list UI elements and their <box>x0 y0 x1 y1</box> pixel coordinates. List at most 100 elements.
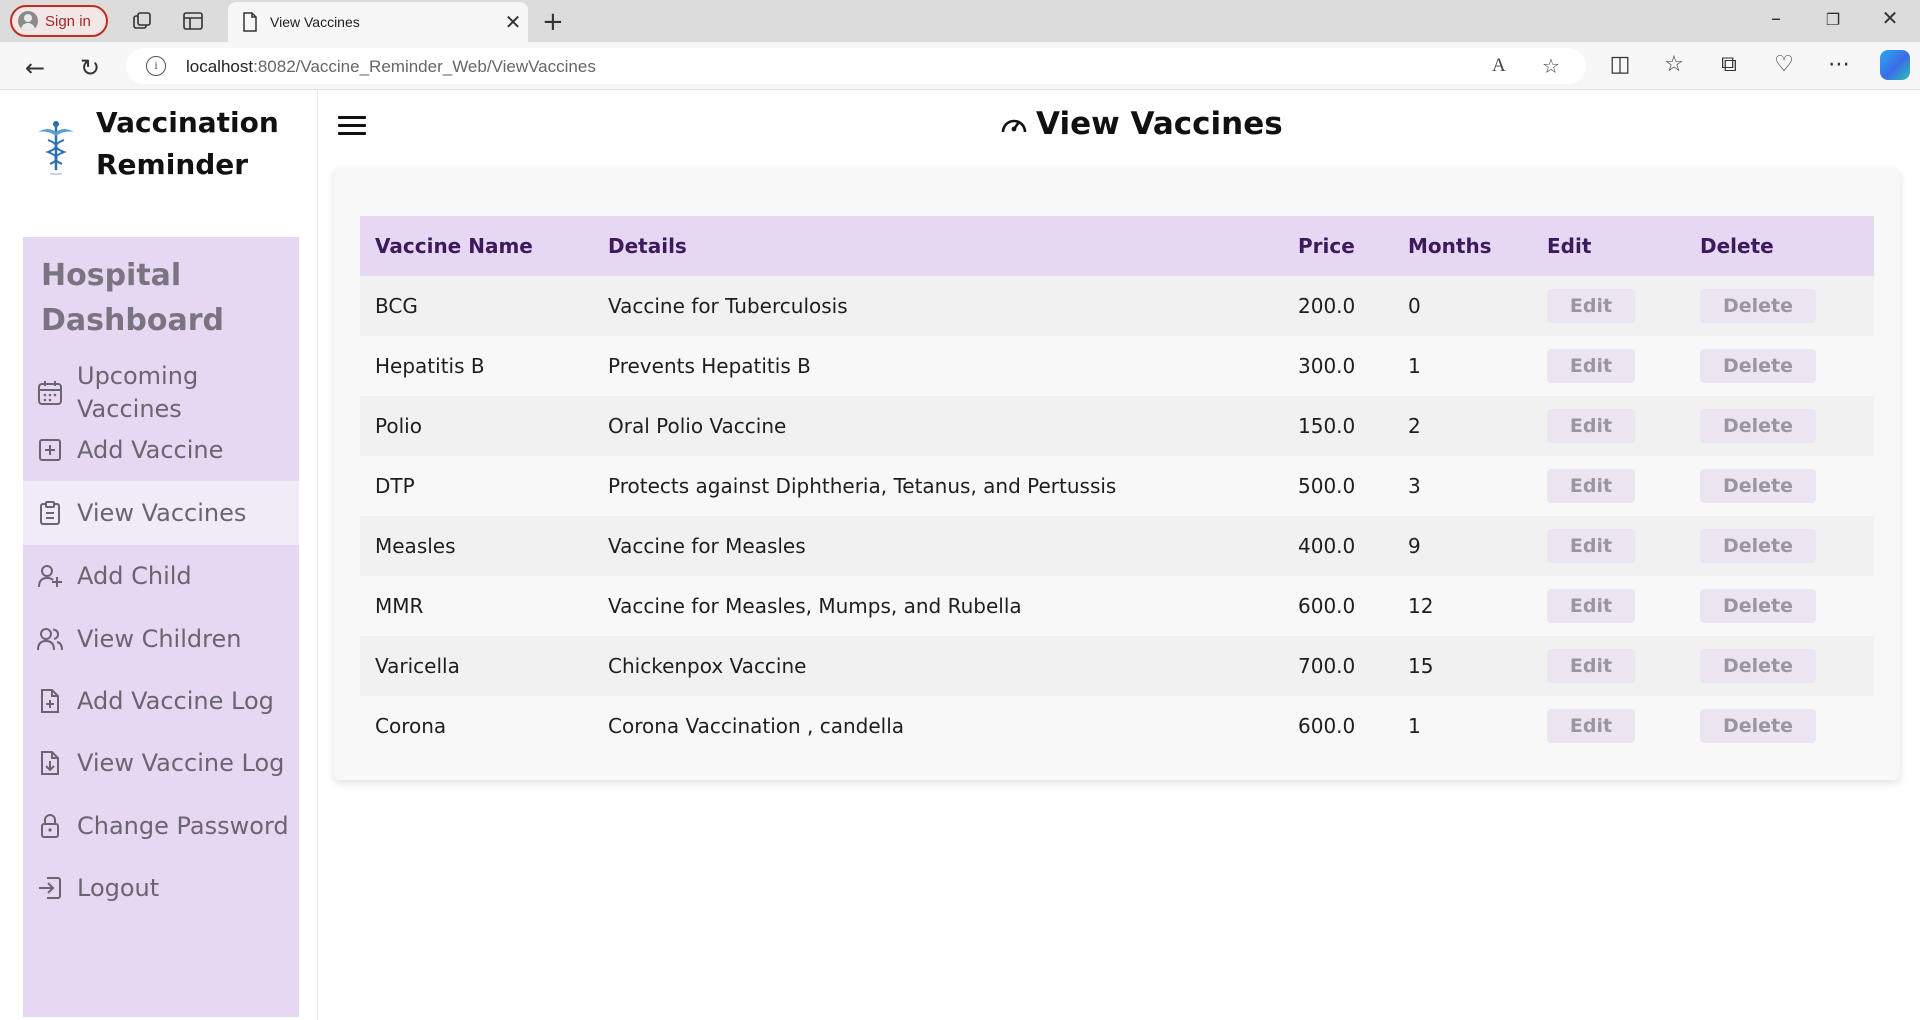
edit-button[interactable]: Edit <box>1547 409 1635 443</box>
gauge-icon <box>1001 119 1027 133</box>
cell-edit: Edit <box>1532 396 1685 456</box>
cell-delete: Delete <box>1685 576 1874 636</box>
sidebar-item-add-child[interactable]: Add Child <box>23 557 299 595</box>
sidebar-item-add-vaccine[interactable]: Add Vaccine <box>23 431 299 469</box>
cell-vaccine-name: MMR <box>375 594 424 618</box>
edit-button[interactable]: Edit <box>1547 709 1635 743</box>
sidebar-item-label: Add Vaccine Log <box>77 686 274 715</box>
delete-button[interactable]: Delete <box>1700 469 1816 503</box>
cell-price: 150.0 <box>1298 414 1356 438</box>
edit-button[interactable]: Edit <box>1547 349 1635 383</box>
hamburger-menu-icon[interactable] <box>338 116 366 136</box>
cell-details: Oral Polio Vaccine <box>608 414 787 438</box>
sidebar-title: Hospital Dashboard <box>41 258 224 338</box>
cell-delete: Delete <box>1685 456 1874 516</box>
url-field[interactable]: i localhost:8082/Vaccine_Reminder_Web/Vi… <box>126 48 1586 84</box>
read-aloud-icon[interactable]: A <box>1492 55 1506 77</box>
table-row: Varicella Chickenpox Vaccine 700.0 15 Ed… <box>360 636 1874 696</box>
table-row: Hepatitis B Prevents Hepatitis B 300.0 1… <box>360 336 1874 396</box>
copilot-icon[interactable] <box>1880 50 1910 80</box>
cell-price: 700.0 <box>1298 654 1356 678</box>
cell-delete: Delete <box>1685 516 1874 576</box>
brand-name: Vaccination Reminder <box>96 106 279 181</box>
sidebar-item-view-children[interactable]: View Children <box>23 620 299 658</box>
favorites-icon[interactable]: ☆ <box>1657 52 1691 77</box>
cell-delete: Delete <box>1685 636 1874 696</box>
lock-icon <box>41 814 59 838</box>
window-close-icon[interactable]: ✕ <box>1870 6 1910 30</box>
browser-tab[interactable]: View Vaccines ✕ <box>228 2 528 42</box>
sidebar-item-label: Change Password <box>77 811 289 840</box>
delete-button[interactable]: Delete <box>1700 289 1816 323</box>
cell-details: Vaccine for Tuberculosis <box>608 294 848 318</box>
sidebar-item-view-vaccine-log[interactable]: View Vaccine Log <box>23 744 299 782</box>
cell-months: 0 <box>1408 294 1421 318</box>
address-bar: ← ↻ i localhost:8082/Vaccine_Reminder_We… <box>0 42 1920 90</box>
column-header-months: Months <box>1408 234 1492 258</box>
sidebar-item-label: Add Child <box>77 561 192 590</box>
column-header-vaccine-name: Vaccine Name <box>375 234 533 258</box>
sidebar-item-change-password[interactable]: Change Password <box>23 807 299 845</box>
table-row: DTP Protects against Diphtheria, Tetanus… <box>360 456 1874 516</box>
sidebar-item-logout[interactable]: Logout <box>23 869 299 907</box>
collections-icon[interactable]: ⧉ <box>1712 52 1746 77</box>
cell-months: 12 <box>1408 594 1434 618</box>
vaccines-card: Vaccine Name Details Price Months Edit D… <box>334 168 1900 780</box>
delete-button[interactable]: Delete <box>1700 649 1816 683</box>
restore-icon[interactable]: ❐ <box>1813 10 1853 29</box>
page-icon <box>243 12 257 32</box>
cell-delete: Delete <box>1685 396 1874 456</box>
back-icon[interactable]: ← <box>20 54 50 82</box>
sidebar: Vaccination Reminder Hospital Dashboard … <box>6 90 318 1020</box>
delete-button[interactable]: Delete <box>1700 589 1816 623</box>
sidebar-item-view-vaccines[interactable]: View Vaccines <box>23 481 299 545</box>
column-header-delete: Delete <box>1700 234 1774 258</box>
user-plus-icon <box>38 565 62 588</box>
edit-button[interactable]: Edit <box>1547 529 1635 563</box>
new-tab-icon[interactable]: + <box>542 7 564 37</box>
cell-price: 600.0 <box>1298 594 1356 618</box>
browser-essentials-icon[interactable]: ♡ <box>1767 52 1801 77</box>
sidebar-item-upcoming-vaccines[interactable]: Upcoming Vaccines <box>23 360 299 426</box>
url-path: :8082/Vaccine_Reminder_Web/ViewVaccines <box>253 57 596 76</box>
more-options-icon[interactable]: ⋯ <box>1822 52 1856 77</box>
users-icon <box>37 628 63 651</box>
delete-button[interactable]: Delete <box>1700 709 1816 743</box>
favorite-star-icon[interactable]: ☆ <box>1542 54 1560 78</box>
cell-vaccine-name: Hepatitis B <box>375 354 485 378</box>
table-row: MMR Vaccine for Measles, Mumps, and Rube… <box>360 576 1874 636</box>
cell-months: 2 <box>1408 414 1421 438</box>
sidebar-item-label: Upcoming Vaccines <box>77 362 199 423</box>
profile-avatar-icon <box>18 11 38 31</box>
delete-button[interactable]: Delete <box>1700 349 1816 383</box>
cell-edit: Edit <box>1532 696 1685 756</box>
minimize-icon[interactable]: – <box>1756 6 1796 30</box>
cell-months: 9 <box>1408 534 1421 558</box>
file-plus-icon <box>41 689 59 713</box>
table-row: BCG Vaccine for Tuberculosis 200.0 0 Edi… <box>360 276 1874 336</box>
split-screen-icon[interactable]: ◫ <box>1603 52 1637 77</box>
cell-vaccine-name: Polio <box>375 414 422 438</box>
cell-delete: Delete <box>1685 276 1874 336</box>
table-header-row: Vaccine Name Details Price Months Edit D… <box>360 216 1874 276</box>
edit-button[interactable]: Edit <box>1547 289 1635 323</box>
refresh-icon[interactable]: ↻ <box>75 54 105 82</box>
delete-button[interactable]: Delete <box>1700 529 1816 563</box>
tab-actions-icon[interactable] <box>182 10 204 32</box>
edit-button[interactable]: Edit <box>1547 469 1635 503</box>
edit-button[interactable]: Edit <box>1547 589 1635 623</box>
edit-button[interactable]: Edit <box>1547 649 1635 683</box>
sign-in-button[interactable]: Sign in <box>10 5 108 37</box>
delete-button[interactable]: Delete <box>1700 409 1816 443</box>
sidebar-item-label: View Children <box>77 624 242 653</box>
close-tab-icon[interactable]: ✕ <box>498 10 528 34</box>
site-info-icon[interactable]: i <box>146 56 166 76</box>
table-row: Polio Oral Polio Vaccine 150.0 2 Edit De… <box>360 396 1874 456</box>
cell-price: 500.0 <box>1298 474 1356 498</box>
sign-in-label: Sign in <box>45 12 91 30</box>
workspaces-icon[interactable] <box>131 10 153 32</box>
calendar-icon <box>38 381 62 405</box>
clipboard-icon <box>40 501 60 525</box>
sidebar-menu: Hospital Dashboard Upcoming Vaccines Add… <box>23 237 299 1017</box>
sidebar-item-add-vaccine-log[interactable]: Add Vaccine Log <box>23 682 299 720</box>
